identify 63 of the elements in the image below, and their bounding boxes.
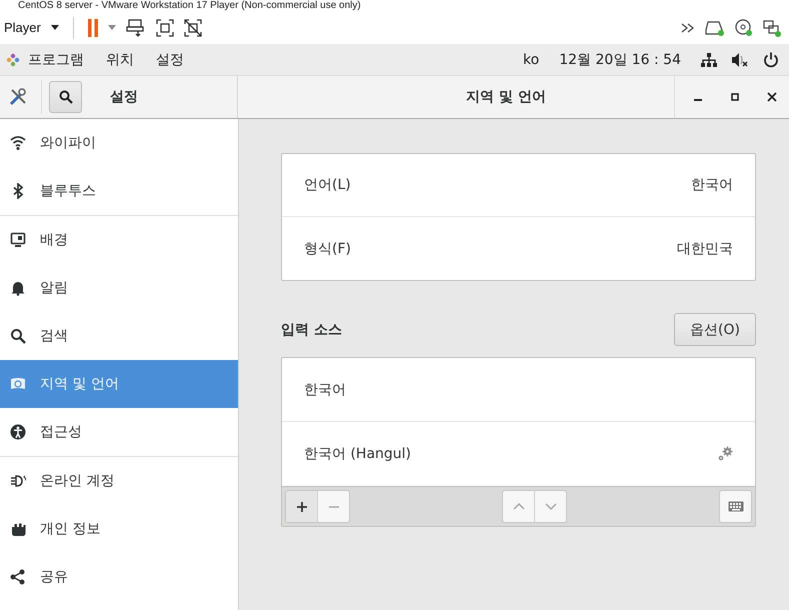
fullscreen-icon[interactable]	[156, 18, 174, 36]
flag-icon	[10, 376, 26, 392]
chevron-up-icon	[512, 502, 524, 511]
window-title: CentOS 8 server - VMware Workstation 17 Player (Non-commercial use only)	[18, 0, 361, 11]
top-bar-menu[interactable]: 프로그램	[28, 50, 84, 68]
tools-icon	[9, 88, 27, 106]
header-title: 설정	[110, 88, 138, 106]
maximize-icon[interactable]	[731, 93, 739, 101]
chevron-double-icon[interactable]	[681, 22, 695, 32]
app-menu-icon[interactable]	[6, 52, 20, 66]
keyboard-button[interactable]	[719, 490, 752, 523]
pause-icon[interactable]	[88, 18, 98, 36]
power-icon[interactable]	[763, 52, 779, 68]
unity-icon[interactable]	[184, 18, 202, 36]
chevron-down-icon	[544, 502, 556, 511]
sidebar-item[interactable]: 블루투스	[0, 167, 238, 215]
sidebar-item[interactable]: 배경	[0, 216, 238, 264]
plus-icon	[296, 500, 308, 512]
sidebar-item[interactable]: 와이파이	[0, 119, 238, 167]
online-accounts-icon	[10, 473, 26, 489]
options-button[interactable]: 옵션(O)	[674, 313, 756, 346]
send-keys-icon[interactable]	[126, 18, 146, 36]
volume-muted-icon[interactable]	[731, 52, 749, 68]
sidebar-item[interactable]: 접근성	[0, 408, 238, 456]
list-row[interactable]: 언어(L) 한국어	[282, 154, 755, 217]
top-bar-menu[interactable]: 위치	[106, 50, 134, 68]
network-adapter-icon[interactable]	[763, 18, 781, 36]
clock[interactable]: 12월 20일 16 : 54	[559, 50, 681, 68]
page-title: 지역 및 언어	[465, 88, 547, 106]
sidebar-item[interactable]: 개인 정보	[0, 505, 238, 553]
row-value: 대한민국	[677, 240, 733, 258]
bell-icon	[10, 280, 26, 296]
accessibility-icon	[10, 424, 26, 440]
sidebar-item[interactable]: 공유	[0, 553, 238, 601]
row-label: 한국어	[304, 380, 346, 398]
share-icon	[10, 569, 26, 585]
row-value: 한국어	[691, 176, 733, 194]
keyboard-icon	[728, 501, 744, 512]
input-method-indicator[interactable]: ko	[523, 52, 540, 68]
section-title: 입력 소스	[281, 320, 342, 338]
wifi-icon	[10, 135, 26, 151]
player-menu-button[interactable]: Player	[4, 20, 41, 35]
display-icon	[10, 232, 26, 248]
row-label: 형식(F)	[304, 240, 351, 258]
caret-icon[interactable]	[50, 25, 59, 30]
search-icon	[58, 90, 72, 104]
close-icon[interactable]	[767, 92, 777, 102]
search-button[interactable]	[49, 81, 82, 113]
search-icon	[10, 328, 26, 344]
hand-icon	[10, 521, 26, 537]
sidebar-item[interactable]: 온라인 계정	[0, 457, 238, 505]
top-bar-menu[interactable]: 설정	[156, 50, 184, 68]
list-row[interactable]: 형식(F) 대한민국	[282, 217, 755, 280]
row-label: 한국어 (Hangul)	[304, 445, 412, 463]
network-icon[interactable]	[701, 52, 717, 68]
input-source-row[interactable]: 한국어 (Hangul)	[282, 422, 755, 486]
add-button[interactable]	[285, 490, 318, 523]
cd-icon[interactable]	[735, 18, 753, 36]
sidebar-item[interactable]: 검색	[0, 312, 238, 360]
row-label: 언어(L)	[304, 176, 351, 194]
input-source-row[interactable]: 한국어	[282, 358, 755, 422]
sidebar-item[interactable]: 알림	[0, 264, 238, 312]
gears-icon[interactable]	[717, 446, 733, 462]
